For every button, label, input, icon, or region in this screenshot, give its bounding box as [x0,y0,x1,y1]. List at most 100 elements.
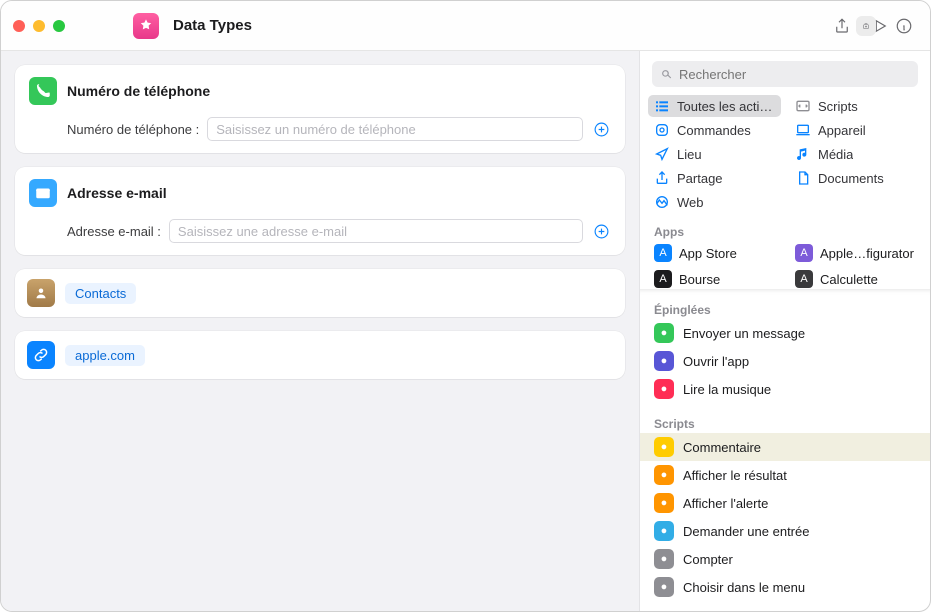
category-grid: Toutes les acti… Scripts Commandes Appareil… [640,95,930,221]
category-icon [654,98,670,114]
action-label: Afficher l'alerte [683,496,768,511]
action-demander-une-entr-e[interactable]: ● Demander une entrée [640,517,930,545]
action-title: Adresse e-mail [67,185,167,201]
workflow-canvas[interactable]: Numéro de téléphone Numéro de téléphone … [1,51,639,611]
email-field-label: Adresse e-mail : [67,224,161,239]
category-commandes[interactable]: Commandes [648,119,781,141]
category-partage[interactable]: Partage [648,167,781,189]
app-app-store[interactable]: A App Store [648,241,781,265]
maximize-window-button[interactable] [53,20,65,32]
overlay-fade [640,289,930,299]
search-input[interactable] [679,67,910,82]
app-window: Data Types [0,0,931,612]
app-label: App Store [679,246,737,261]
action-icon: ● [654,493,674,513]
library-button[interactable] [856,16,876,36]
category-m-dia[interactable]: Média [789,143,922,165]
app-icon: A [654,244,672,262]
app-apple-figurator[interactable]: AApple…figurator [789,241,922,265]
minimize-window-button[interactable] [33,20,45,32]
window-controls [13,20,65,32]
category-icon [795,146,811,162]
action-label: Ouvrir l'app [683,354,749,369]
category-label: Documents [818,171,884,186]
app-label: Calculette [820,272,878,287]
share-button[interactable] [832,16,852,36]
app-icon: A [795,270,813,288]
action-label: Demander une entrée [683,524,809,539]
action-compter[interactable]: ● Compter [640,545,930,573]
action-icon: ● [654,437,674,457]
category-label: Commandes [677,123,751,138]
add-email-button[interactable] [591,221,611,241]
app-label: Bourse [679,272,720,287]
search-icon [660,68,673,81]
app-icon: A [654,270,672,288]
info-button[interactable] [894,16,914,36]
category-web[interactable]: Web [648,191,781,213]
category-icon [795,98,811,114]
mail-icon [29,179,57,207]
action-afficher-le-r-sultat[interactable]: ● Afficher le résultat [640,461,930,489]
url-token[interactable]: apple.com [65,345,145,366]
action-contacts[interactable]: Contacts [15,269,625,317]
category-label: Lieu [677,147,702,162]
add-phone-button[interactable] [591,119,611,139]
app-calculette[interactable]: A Calculette [789,267,922,291]
phone-input[interactable] [207,117,583,141]
action-label: Choisir dans le menu [683,580,805,595]
search-field[interactable] [652,61,918,87]
apps-grid: A App Store AApple…figurator A Bourse A Calcul… [640,241,930,291]
action-choisir-dans-le-menu[interactable]: ● Choisir dans le menu [640,573,930,601]
action-envoyer-un-message[interactable]: ● Envoyer un message [640,319,930,347]
action-afficher-l-alerte[interactable]: ● Afficher l'alerte [640,489,930,517]
action-icon: ● [654,351,674,371]
category-icon [654,122,670,138]
title-bar: Data Types [1,1,930,51]
category-toutes-les-acti-[interactable]: Toutes les acti… [648,95,781,117]
action-label: Compter [683,552,733,567]
action-commentaire[interactable]: ●Commentaire [640,433,930,461]
category-scripts[interactable]: Scripts [789,95,922,117]
action-email-address[interactable]: Adresse e-mail Adresse e-mail : [15,167,625,255]
shortcut-title: Data Types [173,17,252,34]
category-icon [654,194,670,210]
app-label: Apple…figurator [820,246,914,261]
contacts-token[interactable]: Contacts [65,283,136,304]
action-phone-number[interactable]: Numéro de téléphone Numéro de téléphone … [15,65,625,153]
action-title: Numéro de téléphone [67,83,210,99]
app-bourse[interactable]: A Bourse [648,267,781,291]
action-icon: ● [654,549,674,569]
action-lire-la-musique[interactable]: ● Lire la musique [640,375,930,403]
pinned-header: Épinglées [640,299,930,319]
category-appareil[interactable]: Appareil [789,119,922,141]
category-label: Scripts [818,99,858,114]
category-icon [654,170,670,186]
action-ouvrir-l-app[interactable]: ● Ouvrir l'app [640,347,930,375]
close-window-button[interactable] [13,20,25,32]
action-icon: ● [654,577,674,597]
category-label: Appareil [818,123,866,138]
category-label: Média [818,147,853,162]
shortcut-icon [133,13,159,39]
email-input[interactable] [169,219,583,243]
actions-list[interactable]: Épinglées ● Envoyer un message ● Ouvrir l'a… [640,299,930,611]
apps-header: Apps [640,221,930,241]
action-label: Envoyer un message [683,326,805,341]
action-url[interactable]: apple.com [15,331,625,379]
action-icon: ● [654,323,674,343]
category-documents[interactable]: Documents [789,167,922,189]
category-label: Partage [677,171,723,186]
action-icon: ● [654,379,674,399]
library-pane: Toutes les acti… Scripts Commandes Appareil… [639,51,930,611]
toolbar-right [856,16,914,36]
category-label: Web [677,195,704,210]
action-label: Afficher le résultat [683,468,787,483]
phone-field-label: Numéro de téléphone : [67,122,199,137]
category-icon [795,122,811,138]
category-lieu[interactable]: Lieu [648,143,781,165]
action-icon: ● [654,465,674,485]
action-icon: ● [654,521,674,541]
scripts-header: Scripts [640,413,930,433]
action-label: Lire la musique [683,382,771,397]
